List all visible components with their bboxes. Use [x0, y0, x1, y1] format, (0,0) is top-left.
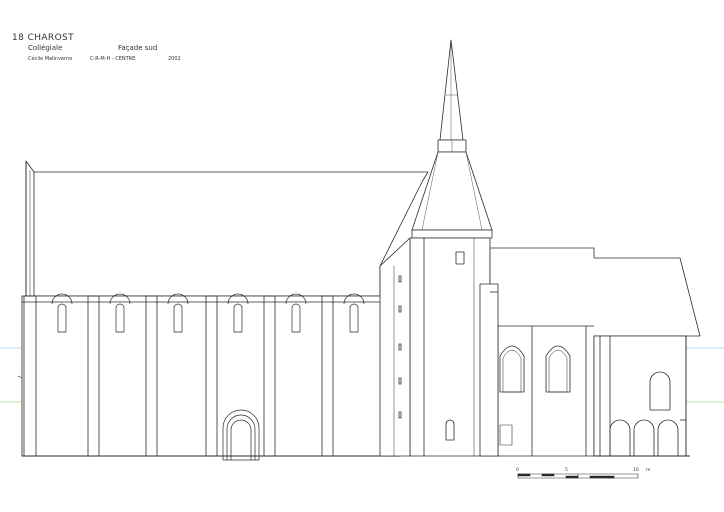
organization-label: C-R-M-H - CENTRE [90, 56, 136, 62]
nave-wall [17, 295, 400, 457]
apse-section [593, 335, 690, 457]
facade-elevation-drawing [0, 39, 724, 479]
scale-tick-5: 5 [565, 468, 568, 473]
elevation-drawing-canvas: 18 CHAROST Collégiale Façade sud Cécile … [0, 0, 724, 512]
scale-unit: m [646, 468, 651, 473]
scale-tick-10: 10 [633, 468, 639, 473]
view-label: Façade sud [118, 44, 158, 52]
author-label: Cécile Malinverno [28, 56, 73, 62]
bell-tower [379, 39, 493, 457]
place-label: 18 CHAROST [12, 33, 75, 43]
year-label: 2002 [168, 56, 181, 62]
nave-roof [25, 160, 429, 297]
title-block: 18 CHAROST Collégiale Façade sud Cécile … [0, 0, 200, 72]
scale-tick-0: 0 [516, 468, 519, 473]
building-label: Collégiale [28, 44, 63, 52]
scale-bar [517, 473, 639, 479]
